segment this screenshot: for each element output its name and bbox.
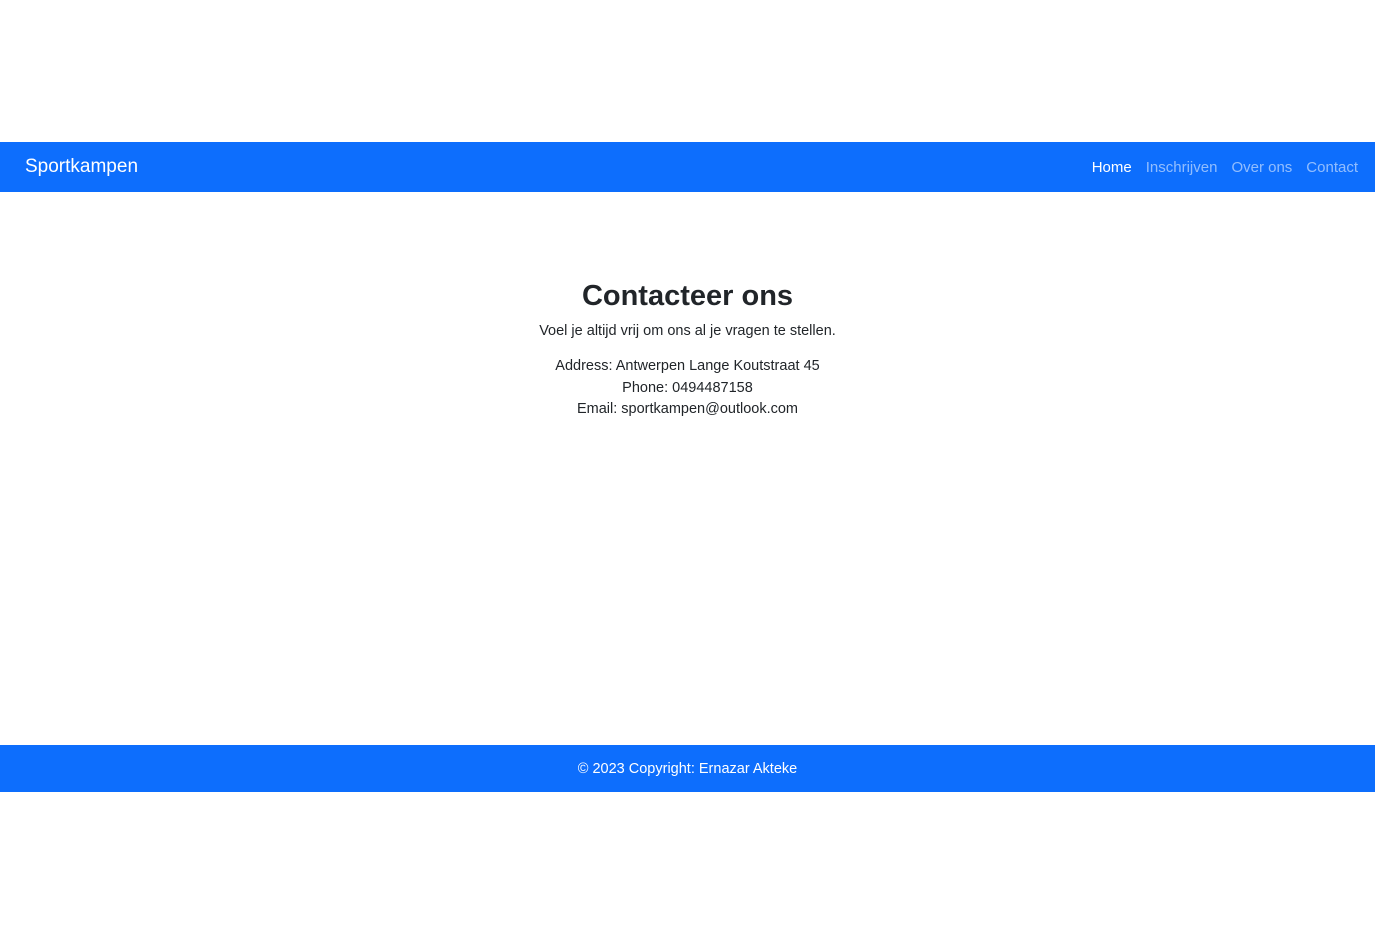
contact-info: Address: Antwerpen Lange Koutstraat 45 P… xyxy=(0,356,1375,421)
page: Sportkampen Home Inschrijven Over ons Co… xyxy=(0,0,1375,933)
page-title: Contacteer ons xyxy=(581,280,794,312)
footer: © 2023 Copyright: Ernazar Akteke xyxy=(0,745,1375,792)
brand-link[interactable]: Sportkampen xyxy=(25,156,138,178)
nav-link-over-ons[interactable]: Over ons xyxy=(1231,159,1292,176)
nav-link-home[interactable]: Home xyxy=(1092,159,1132,176)
nav-links: Home Inschrijven Over ons Contact xyxy=(1078,159,1358,176)
nav-link-contact[interactable]: Contact xyxy=(1306,159,1358,176)
navbar: Sportkampen Home Inschrijven Over ons Co… xyxy=(0,142,1375,192)
contact-email: Email: sportkampen@outlook.com xyxy=(576,401,799,417)
contact-phone: Phone: 0494487158 xyxy=(622,379,753,396)
page-subtitle: Voel je altijd vrij om ons al je vragen … xyxy=(539,323,836,339)
nav-link-inschrijven[interactable]: Inschrijven xyxy=(1146,159,1218,176)
footer-copyright: © 2023 Copyright: Ernazar Akteke xyxy=(577,760,798,777)
contact-section: Contacteer ons Voel je altijd vrij om on… xyxy=(0,276,1375,421)
contact-address: Address: Antwerpen Lange Koutstraat 45 xyxy=(555,358,820,374)
